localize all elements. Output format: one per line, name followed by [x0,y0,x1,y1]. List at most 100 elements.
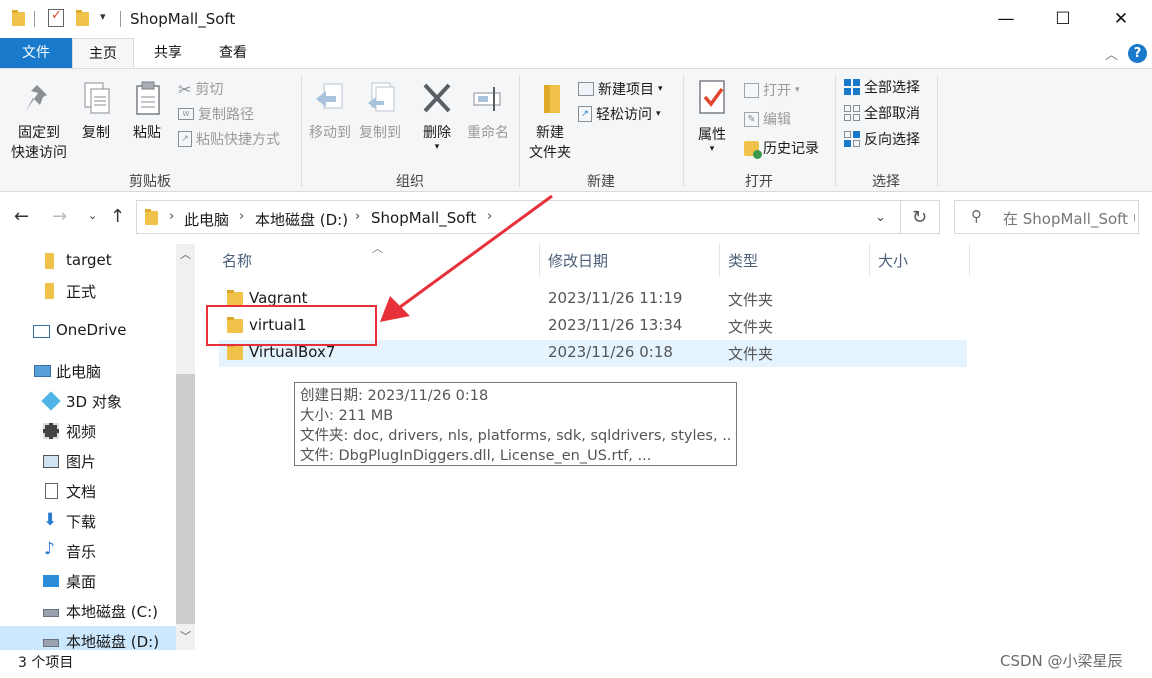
history-button[interactable]: 历史记录 [744,136,819,160]
ribbon-tabs: 文件 主页 共享 查看 ︿ ? [0,38,1152,69]
nav-item-label: 正式 [66,283,97,301]
clipboard-group-label: 剪贴板 [129,174,171,190]
breadcrumb-separator-icon[interactable]: › [239,209,244,224]
download-icon: ⬇ [43,510,58,530]
forward-arrow-icon[interactable]: → [52,206,67,227]
nav-item-pictures[interactable]: 图片 [0,446,176,476]
close-button[interactable]: ✕ [1092,0,1150,38]
window-title: ShopMall_Soft [130,10,236,28]
column-divider[interactable] [719,244,720,276]
tooltip-folders: 文件夹: doc, drivers, nls, platforms, sdk, … [300,428,731,444]
delete-button[interactable]: 删除 ▾ [414,81,460,152]
collapse-ribbon-icon[interactable]: ︿ [1105,44,1118,63]
properties-button[interactable]: 属性 ▾ [692,79,732,154]
tab-view[interactable]: 查看 [204,38,262,68]
select-none-button[interactable]: 全部取消 [844,101,920,125]
breadcrumb-this-pc[interactable]: 此电脑 [184,209,229,230]
breadcrumb-drive-d[interactable]: 本地磁盘 (D:) [255,209,348,230]
divider [120,11,121,27]
help-icon[interactable]: ? [1128,44,1147,63]
nav-item-videos[interactable]: 视频 [0,416,176,446]
nav-item-music[interactable]: ♪ 音乐 [0,536,176,566]
select-all-label: 全部选择 [864,80,920,96]
new-folder-button[interactable]: 新建 文件夹 [524,81,576,163]
pin-to-quick-access-button[interactable]: 固定到 快速访问 [6,81,72,163]
chevron-down-icon[interactable]: ▾ [100,10,106,23]
copy-button[interactable]: 复制 [76,81,116,143]
nav-item-downloads[interactable]: ⬇ 下载 [0,506,176,536]
edit-button[interactable]: ✎ 编辑 [744,107,791,131]
nav-item-documents[interactable]: 文档 [0,476,176,506]
cut-button[interactable]: ✂ 剪切 [178,77,223,101]
properties-qa-icon[interactable]: ✓ [48,8,64,27]
tab-share[interactable]: 共享 [140,38,196,68]
nav-item-official[interactable]: 正式 [0,276,176,306]
folder-icon [227,290,243,306]
picture-icon [43,455,59,468]
nav-item-label: 图片 [66,453,97,471]
rename-button[interactable]: 重命名 [462,81,514,143]
paste-icon [136,81,160,115]
copy-to-label: 复制到 [359,125,401,141]
scroll-up-icon[interactable]: ︿ [180,246,191,262]
chevron-down-icon: ▾ [709,144,715,154]
nav-scrollbar-thumb[interactable] [176,374,195,624]
easy-access-label: 轻松访问 [596,107,652,123]
scroll-down-icon[interactable]: ﹀ [180,628,191,644]
column-header-size[interactable]: 大小 [878,250,908,271]
annotation-arrow-icon [380,194,553,322]
delete-x-icon [423,83,451,113]
nav-item-target[interactable]: target [0,246,176,276]
tab-file[interactable]: 文件 [0,38,72,68]
copy-to-icon [368,82,395,112]
nav-item-label: OneDrive [56,321,127,339]
invert-selection-button[interactable]: 反向选择 [844,127,920,151]
open-button[interactable]: 打开 ▾ [744,78,800,102]
new-item-label: 新建项目 [598,82,654,98]
folder-icon [45,253,54,269]
column-divider[interactable] [969,244,970,276]
rename-icon [473,87,501,111]
copy-to-button[interactable]: 复制到 [356,81,404,143]
maximize-button[interactable]: ☐ [1034,0,1092,38]
file-modified: 2023/11/26 13:34 [548,316,683,334]
invert-selection-icon [844,131,860,147]
nav-item-this-pc[interactable]: 此电脑 [0,356,176,386]
select-all-button[interactable]: 全部选择 [844,75,920,99]
properties-label: 属性 [698,127,726,143]
up-arrow-icon[interactable]: ↑ [110,206,125,227]
search-input[interactable]: ⚲ 在 ShopMall_Soft 中搜索 [954,200,1139,234]
back-arrow-icon[interactable]: ← [14,206,29,227]
copy-path-label: 复制路径 [198,107,254,123]
nav-item-3d-objects[interactable]: 3D 对象 [0,386,176,416]
breadcrumb-separator-icon[interactable]: › [355,209,360,224]
new-item-button[interactable]: 新建项目 ▾ [578,77,663,101]
item-count: 3 个项目 [18,655,74,671]
move-to-button[interactable]: 移动到 [306,81,354,143]
nav-item-onedrive[interactable]: OneDrive [0,316,176,346]
refresh-button[interactable]: ↻ [900,200,940,234]
copy-path-button[interactable]: W 复制路径 [178,102,254,126]
navigation-pane: target 正式 OneDrive 此电脑 3D 对象 视频 图片 文档 ⬇ … [0,240,196,656]
column-header-type[interactable]: 类型 [728,250,758,271]
file-modified: 2023/11/26 0:18 [548,343,673,361]
nav-item-label: target [66,251,112,269]
paste-shortcut-button[interactable]: ↗ 粘贴快捷方式 [178,127,280,151]
tab-home[interactable]: 主页 [72,38,134,69]
easy-access-button[interactable]: ↗ 轻松访问 ▾ [578,102,661,126]
address-history-chevron-icon[interactable]: ⌄ [875,210,886,225]
minimize-button[interactable]: — [977,0,1035,38]
document-icon [45,483,58,499]
watermark: CSDN @小梁星辰 [1000,652,1123,670]
nav-item-drive-c[interactable]: 本地磁盘 (C:) [0,596,176,626]
music-icon: ♪ [44,539,55,559]
paste-button[interactable]: 粘贴 [126,81,168,143]
chevron-down-icon: ▾ [434,142,440,152]
cloud-icon [33,325,50,338]
new-folder-label-1: 新建 [536,125,564,141]
nav-item-desktop[interactable]: 桌面 [0,566,176,596]
new-folder-qa-icon[interactable] [76,10,89,26]
recent-locations-chevron-icon[interactable]: ⌄ [88,209,97,222]
column-header-name[interactable]: 名称 [222,250,252,271]
column-divider[interactable] [869,244,870,276]
